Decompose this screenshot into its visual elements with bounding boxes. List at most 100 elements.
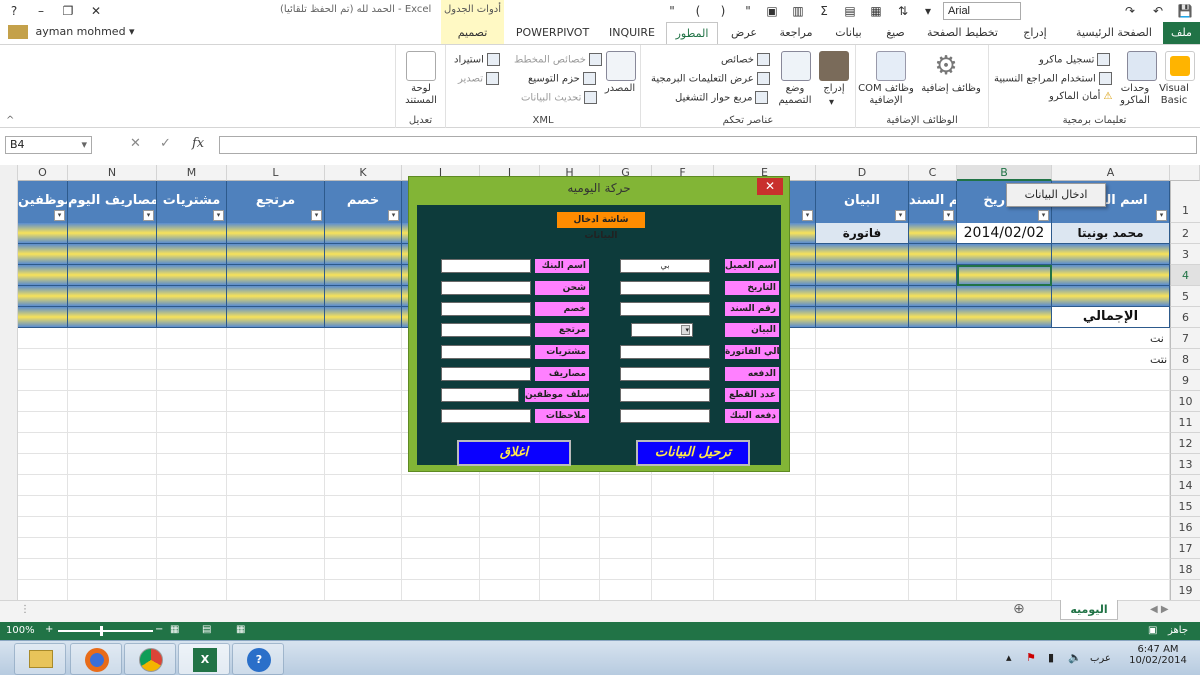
table-cell-m2[interactable] <box>157 223 227 244</box>
table-cell-d6[interactable] <box>816 307 909 328</box>
macro-security-button[interactable]: ⚠أمان الماكرو <box>1049 91 1112 102</box>
page-break-view-icon[interactable]: ▦ <box>170 624 179 635</box>
table-cell-o2[interactable] <box>18 223 68 244</box>
row-header[interactable]: 1 <box>1170 181 1200 223</box>
action-center-icon[interactable]: ⚑ <box>1026 651 1036 664</box>
table-cell-m4[interactable] <box>157 265 227 286</box>
table-cell-b5[interactable] <box>957 286 1052 307</box>
tab-inquire[interactable]: INQUIRE <box>602 22 662 44</box>
input-left-3[interactable] <box>441 323 531 337</box>
cell-a8[interactable]: نتت <box>1150 353 1167 366</box>
undo-icon[interactable]: ↶ <box>1150 3 1166 19</box>
column-header-m[interactable]: M <box>157 165 227 181</box>
properties-button[interactable]: خصائص <box>721 53 770 66</box>
tab-design[interactable]: تصميم <box>441 22 504 44</box>
filter-dropdown-icon[interactable]: ▾ <box>213 210 224 221</box>
filter-dropdown-icon[interactable]: ▾ <box>802 210 813 221</box>
table-cell-m3[interactable] <box>157 244 227 265</box>
filter-dropdown-icon[interactable]: ▾ <box>1156 210 1167 221</box>
cancel-icon[interactable]: ✕ <box>130 136 141 151</box>
chart-icon[interactable]: ▥ <box>790 3 806 19</box>
table-header-k[interactable]: خصم ▾ <box>325 181 402 223</box>
column-header-b[interactable]: B <box>957 165 1052 181</box>
table-cell-n4[interactable] <box>68 265 157 286</box>
input-left-7[interactable] <box>441 409 531 423</box>
collapse-ribbon-icon[interactable]: ^ <box>6 115 14 126</box>
tab-review[interactable]: مراجعة <box>770 22 822 44</box>
table-cell-n3[interactable] <box>68 244 157 265</box>
tab-insert[interactable]: إدراج <box>1010 22 1060 44</box>
input-right-0[interactable]: بي <box>620 259 710 273</box>
input-left-0[interactable] <box>441 259 531 273</box>
input-right-6[interactable] <box>620 388 710 402</box>
tab-formulas[interactable]: صيغ <box>878 22 913 44</box>
table-cell-n6[interactable] <box>68 307 157 328</box>
table-cell-c3[interactable] <box>909 244 957 265</box>
input-right-5[interactable] <box>620 367 710 381</box>
minimize-icon[interactable]: – <box>33 3 49 19</box>
table-cell-o6[interactable] <box>18 307 68 328</box>
row-header[interactable]: 4 <box>1170 265 1200 286</box>
insert-control-button[interactable]: إدراج <box>817 83 851 94</box>
table-cell-a6[interactable]: الإجمالي <box>1052 307 1170 328</box>
zoom-slider[interactable] <box>58 630 153 632</box>
quote-icon[interactable]: " <box>664 3 680 19</box>
addins-button[interactable]: وظائف إضافية <box>918 83 984 94</box>
table-cell-k6[interactable] <box>325 307 402 328</box>
table-cell-m6[interactable] <box>157 307 227 328</box>
row-header[interactable]: 10 <box>1170 391 1200 412</box>
row-header[interactable]: 12 <box>1170 433 1200 454</box>
zoom-in-icon[interactable]: + <box>45 624 53 635</box>
formula-input[interactable] <box>219 136 1197 154</box>
tab-home[interactable]: الصفحة الرئيسية <box>1070 22 1158 44</box>
close-form-button[interactable]: اغلاق <box>457 440 571 466</box>
input-left-2[interactable] <box>441 302 531 316</box>
row-header[interactable]: 18 <box>1170 559 1200 580</box>
table-cell-a2[interactable]: محمد بونيتا <box>1052 223 1170 244</box>
zoom-out-icon[interactable]: − <box>155 624 163 635</box>
column-header-l[interactable]: L <box>227 165 325 181</box>
row-header[interactable]: 14 <box>1170 475 1200 496</box>
tab-data[interactable]: بيانات <box>826 22 871 44</box>
explorer-taskbar-button[interactable] <box>14 643 66 675</box>
table-header-d[interactable]: البيان ▾ <box>816 181 909 223</box>
zoom-slider-thumb[interactable] <box>100 626 103 636</box>
table-cell-b6[interactable] <box>957 307 1052 328</box>
sort-az-icon[interactable]: ⇅ <box>895 3 911 19</box>
record-macro-button[interactable]: تسجيل ماكرو <box>1039 53 1111 66</box>
table-cell-k2[interactable] <box>325 223 402 244</box>
row-header[interactable]: 11 <box>1170 412 1200 433</box>
input-left-6[interactable] <box>441 388 519 402</box>
table-header-m[interactable]: مشتريات ▾ <box>157 181 227 223</box>
paren-close-icon[interactable]: ) <box>715 3 731 19</box>
table-cell-d2[interactable]: فاتورة <box>816 223 909 244</box>
document-panel-button[interactable]: لوحة المستند <box>398 83 444 107</box>
input-right-7[interactable] <box>620 409 710 423</box>
fx-icon[interactable]: fx <box>192 136 204 151</box>
table-cell-d3[interactable] <box>816 244 909 265</box>
help-icon[interactable]: ? <box>6 3 22 19</box>
design-mode-button[interactable]: وضع التصميم <box>773 83 817 107</box>
row-header[interactable]: 3 <box>1170 244 1200 265</box>
user-account[interactable]: ayman mohmed ▾ <box>8 25 135 39</box>
show-hidden-icons[interactable]: ▴ <box>1006 651 1012 664</box>
table-cell-l2[interactable] <box>227 223 325 244</box>
table-cell-n2[interactable] <box>68 223 157 244</box>
cell-a7[interactable]: نت <box>1150 332 1164 345</box>
source-button[interactable]: المصدر <box>601 83 639 94</box>
table-cell-a3[interactable] <box>1052 244 1170 265</box>
save-icon[interactable]: 💾 <box>1177 3 1193 19</box>
excel-taskbar-button[interactable]: X <box>178 643 230 675</box>
filter-dropdown-icon[interactable]: ▾ <box>895 210 906 221</box>
grid-icon[interactable]: ▦ <box>868 3 884 19</box>
tab-file[interactable]: ملف <box>1163 22 1200 44</box>
table-cell-l5[interactable] <box>227 286 325 307</box>
table-cell-b3[interactable] <box>957 244 1052 265</box>
post-data-button[interactable]: ترحيل البيانات <box>636 440 750 466</box>
table-cell-d4[interactable] <box>816 265 909 286</box>
table-cell-o5[interactable] <box>18 286 68 307</box>
table-cell-k4[interactable] <box>325 265 402 286</box>
map-properties-button[interactable]: خصائص المخطط <box>514 53 602 66</box>
close-icon[interactable]: ✕ <box>757 178 783 195</box>
filter-dropdown-icon[interactable]: ▾ <box>54 210 65 221</box>
